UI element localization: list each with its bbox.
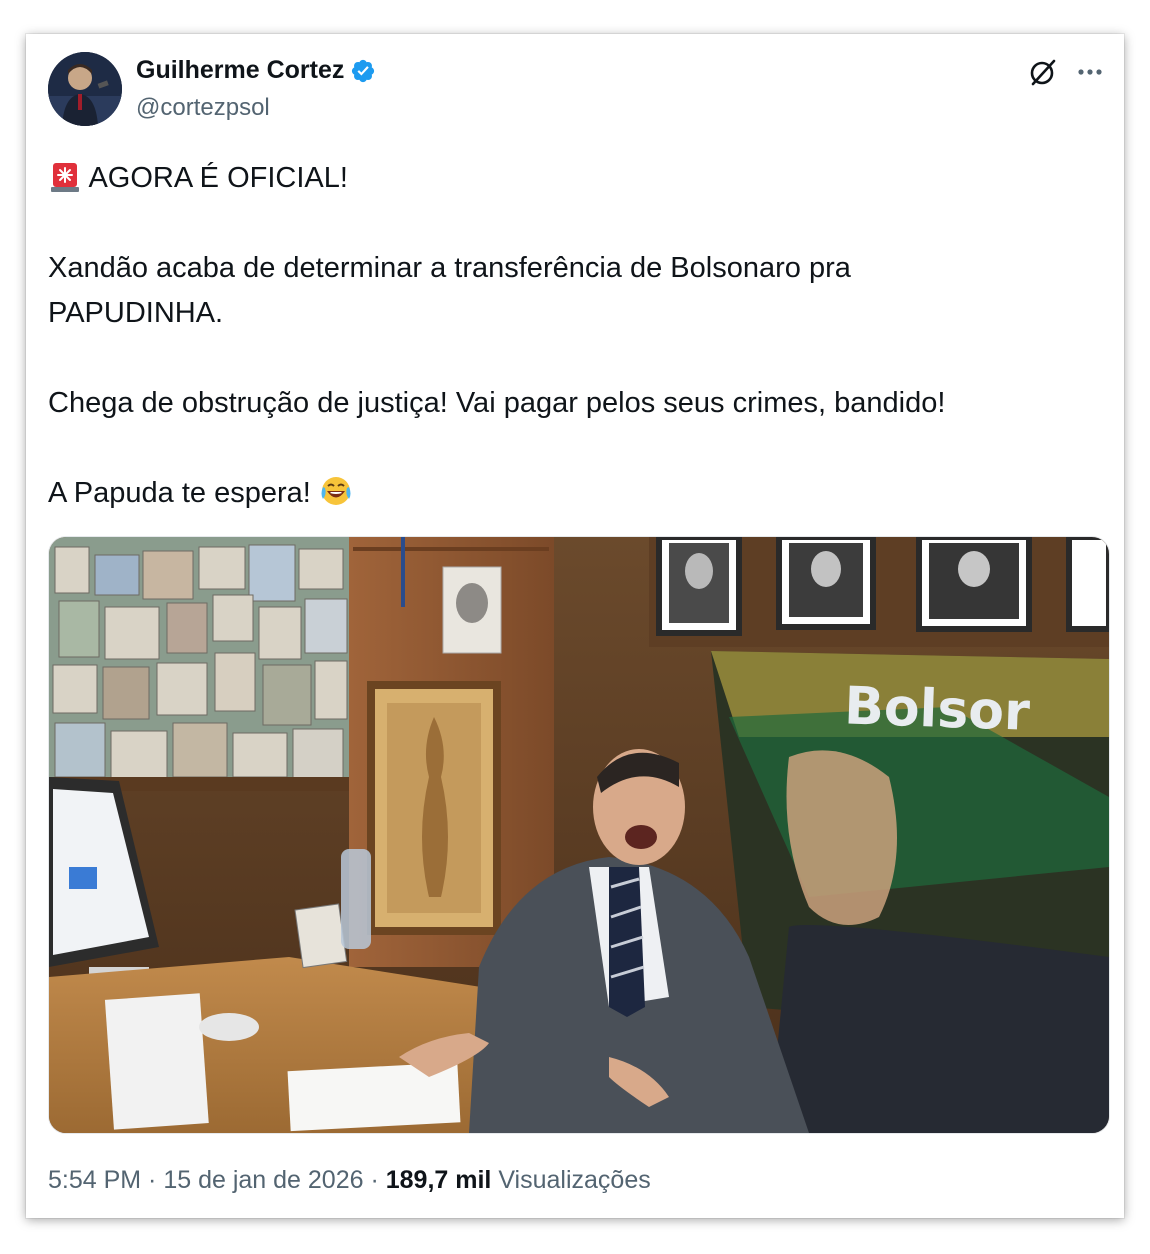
- face-with-tears-of-joy-emoji: [321, 477, 351, 505]
- author-name-row: Guilherme Cortez: [136, 56, 376, 85]
- tweet-line-5: A Papuda te espera!: [48, 477, 311, 509]
- tweet-card: Guilherme Cortez @cortezpsol AGORA É OFI…: [26, 34, 1124, 1218]
- rotating-light-emoji: [51, 163, 79, 192]
- tweet-metadata: 5:54 PM · 15 de jan de 2026 · 189,7 mil …: [48, 1166, 651, 1195]
- banner-text: Bolsor: [843, 676, 1031, 742]
- tweet-line-1: AGORA É OFICIAL!: [88, 162, 348, 194]
- tweet-media-image[interactable]: Bolsor: [48, 536, 1110, 1134]
- office-photo: Bolsor: [49, 537, 1109, 1133]
- meta-separator: ·: [363, 1166, 386, 1194]
- verified-badge-icon: [352, 59, 375, 82]
- meta-separator: ·: [141, 1166, 164, 1194]
- tweet-line-3: PAPUDINHA.: [48, 297, 224, 329]
- tweet-date[interactable]: 15 de jan de 2026: [163, 1166, 363, 1194]
- tweet-line-2: Xandão acaba de determinar a transferênc…: [48, 252, 851, 284]
- views-label: Visualizações: [498, 1166, 651, 1194]
- tweet-closing-line: A Papuda te espera!: [48, 471, 1098, 516]
- tweet-line-4: Chega de obstrução de justiça! Vai pagar…: [48, 387, 946, 419]
- avatar[interactable]: [48, 52, 122, 126]
- tweet-time[interactable]: 5:54 PM: [48, 1166, 141, 1194]
- author-handle[interactable]: @cortezpsol: [136, 94, 270, 122]
- author-display-name[interactable]: Guilherme Cortez: [136, 56, 344, 85]
- tweet-headline-line: AGORA É OFICIAL!: [48, 156, 1098, 201]
- grok-icon[interactable]: [1026, 56, 1058, 88]
- views-count: 189,7 mil: [385, 1166, 492, 1194]
- tweet-text: AGORA É OFICIAL! Xandão acaba de determi…: [48, 156, 1098, 516]
- more-options-icon[interactable]: [1074, 58, 1106, 86]
